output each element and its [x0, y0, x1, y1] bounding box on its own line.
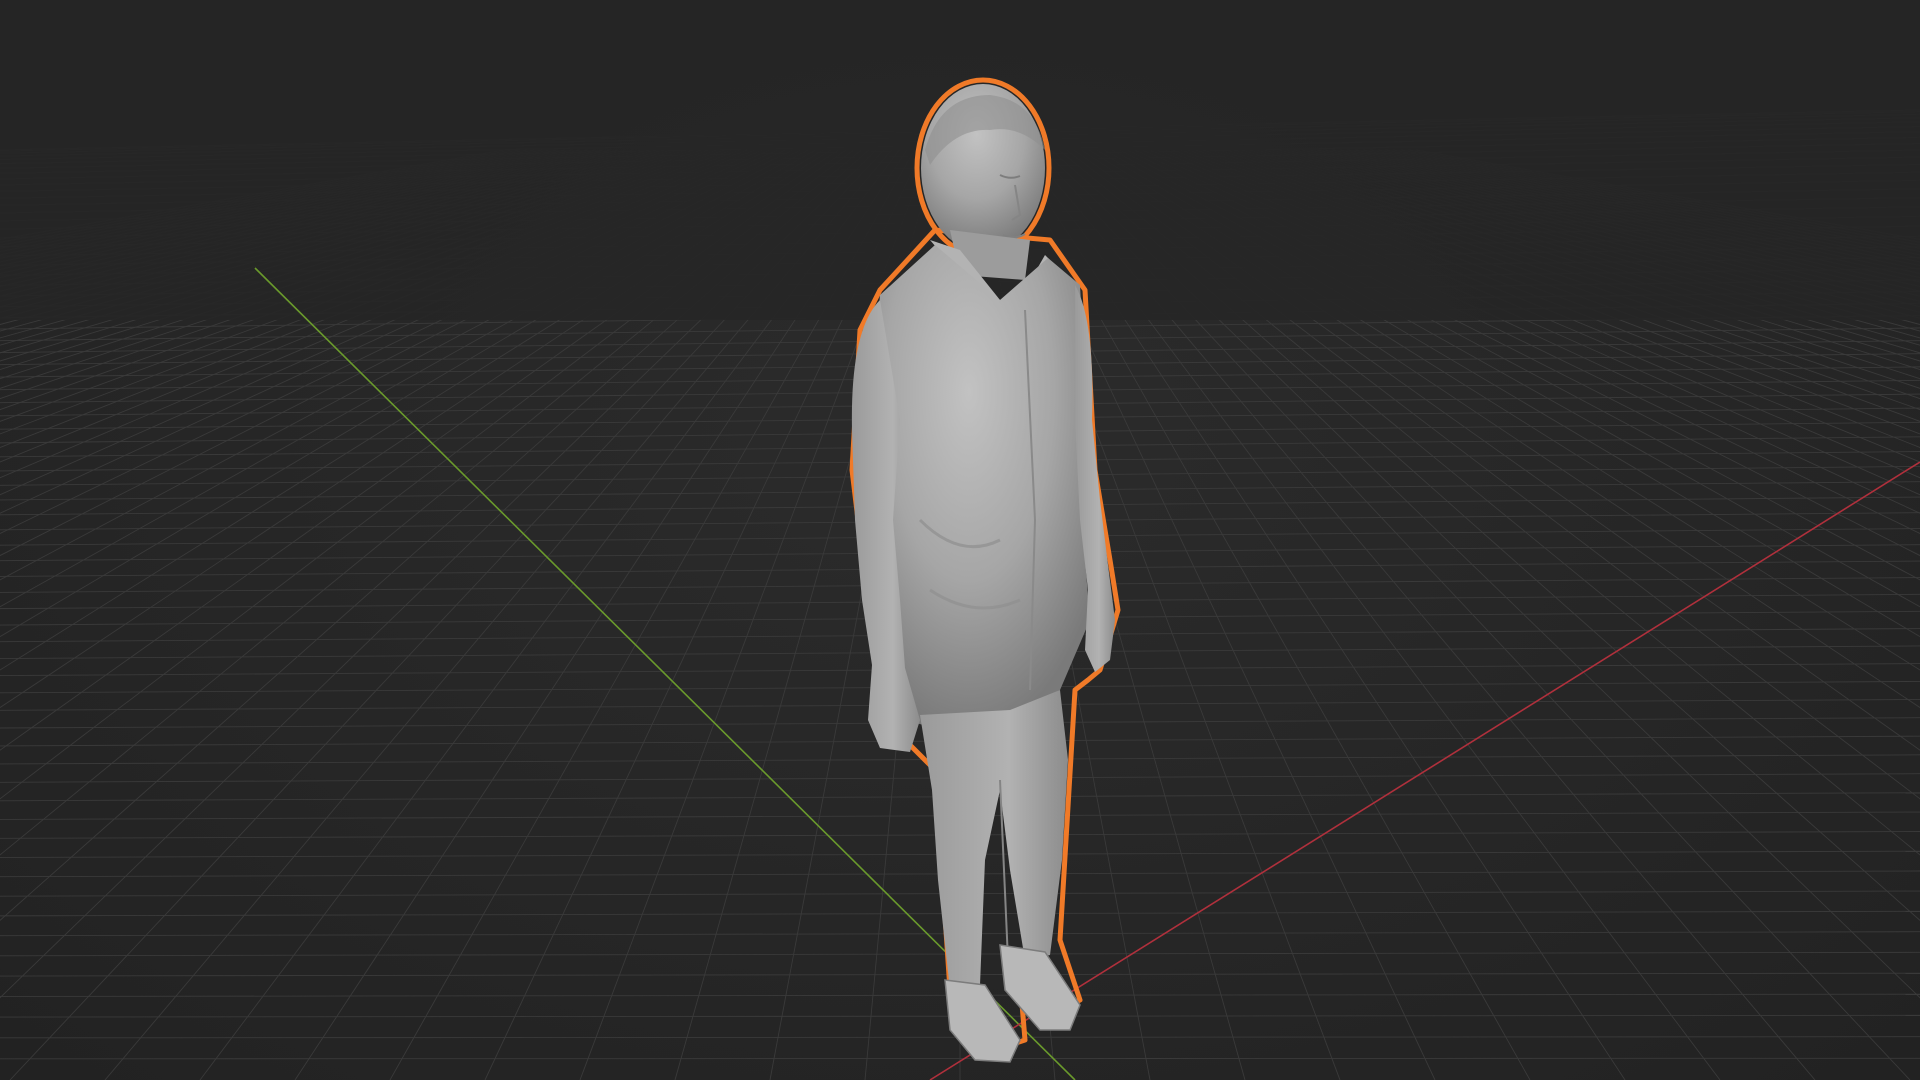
3d-viewport[interactable]: [0, 0, 1920, 1080]
viewport-canvas[interactable]: [0, 0, 1920, 1080]
grid-line: [0, 1057, 1920, 1060]
pants: [920, 690, 1068, 990]
